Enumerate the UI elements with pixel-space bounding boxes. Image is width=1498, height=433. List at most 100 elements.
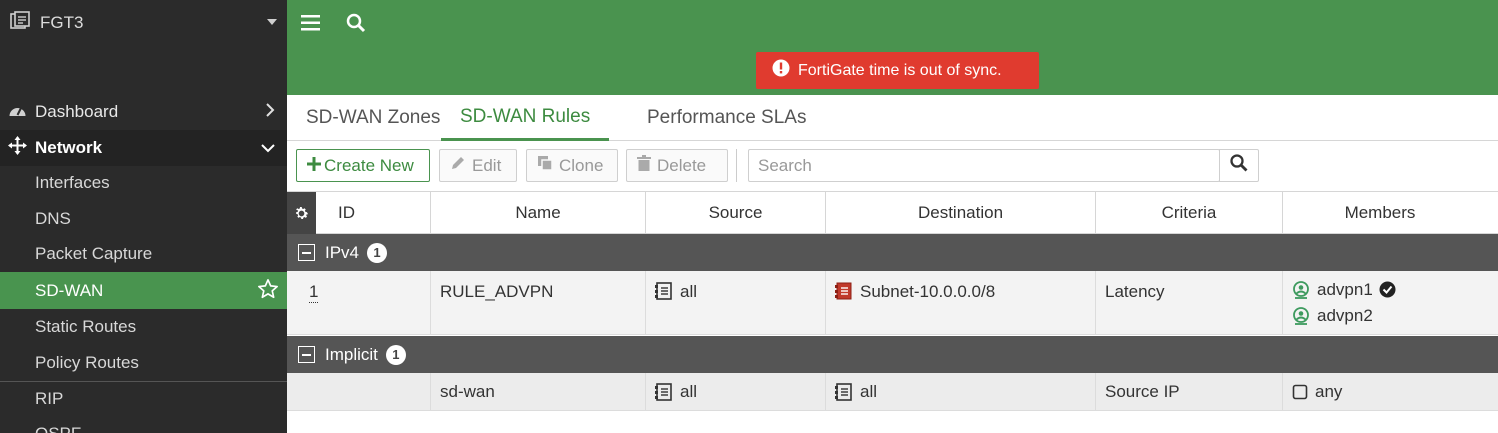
- toolbar: Create New Edit Clone Delete: [287, 141, 1498, 191]
- sidebar-item-label: Policy Routes: [35, 353, 139, 372]
- column-header-name[interactable]: Name: [431, 192, 646, 234]
- sidebar-item-label: DNS: [35, 209, 71, 228]
- group-header-implicit: Implicit 1: [287, 336, 1498, 373]
- sidebar: FGT3 Dashboard Network Interfaces DNS Pa…: [0, 0, 287, 433]
- group-count-badge: 1: [367, 242, 388, 263]
- address-icon: [655, 382, 673, 401]
- column-header-source[interactable]: Source: [646, 192, 826, 234]
- time-sync-alert[interactable]: FortiGate time is out of sync.: [756, 52, 1039, 89]
- column-header-destination[interactable]: Destination: [826, 192, 1096, 234]
- cell-id: 1: [287, 271, 431, 334]
- sidebar-item-label: SD-WAN: [35, 280, 104, 300]
- sd-wan-rules-table: ID Name Source Destination Criteria Memb…: [287, 191, 1498, 433]
- device-selector[interactable]: FGT3: [0, 0, 287, 46]
- pencil-icon: [450, 155, 466, 176]
- destination-value[interactable]: Subnet-10.0.0.0/8: [860, 282, 995, 302]
- search-button[interactable]: [1219, 149, 1259, 182]
- sidebar-item-static-routes[interactable]: Static Routes: [0, 310, 287, 344]
- sidebar-item-rip[interactable]: RIP: [0, 382, 287, 416]
- button-label: Create New: [324, 155, 414, 175]
- destination-value[interactable]: all: [860, 382, 877, 402]
- tab-label: SD-WAN Rules: [460, 105, 591, 127]
- column-header-members[interactable]: Members: [1283, 192, 1477, 234]
- address-icon: [655, 282, 673, 300]
- cell-name: sd-wan: [431, 373, 646, 410]
- search-input[interactable]: [748, 149, 1220, 182]
- member-name: advpn1: [1317, 279, 1373, 299]
- tab-sd-wan-zones[interactable]: SD-WAN Zones: [306, 95, 440, 141]
- clone-icon: [537, 155, 553, 176]
- network-icon: [8, 136, 27, 160]
- tab-bar: SD-WAN Zones SD-WAN Rules Performance SL…: [287, 95, 1498, 141]
- delete-button[interactable]: Delete: [626, 149, 728, 182]
- member-name: advpn2: [1317, 305, 1373, 325]
- button-label: Edit: [472, 155, 502, 175]
- cell-name: RULE_ADVPN: [431, 271, 646, 334]
- group-name: IPv4: [325, 242, 360, 262]
- group-count-badge: 1: [385, 344, 406, 365]
- interface-icon: [1292, 384, 1308, 400]
- cell-destination: all: [826, 373, 1096, 410]
- sidebar-item-dashboard[interactable]: Dashboard: [0, 95, 287, 129]
- dashboard-icon: [8, 102, 27, 123]
- collapse-icon[interactable]: [298, 244, 315, 261]
- sidebar-item-label: RIP: [35, 389, 64, 408]
- search-icon: [1230, 154, 1248, 177]
- gear-icon[interactable]: [287, 192, 316, 234]
- cell-members: advpn1 advpn2: [1283, 271, 1498, 334]
- chevron-down-icon: [261, 138, 275, 158]
- sidebar-item-label: Static Routes: [35, 317, 137, 336]
- column-header-criteria[interactable]: Criteria: [1096, 192, 1283, 234]
- source-value[interactable]: all: [680, 382, 697, 402]
- sidebar-item-dns[interactable]: DNS: [0, 202, 287, 236]
- alert-text: FortiGate time is out of sync.: [798, 61, 1002, 79]
- cell-members: any: [1283, 373, 1498, 410]
- create-new-button[interactable]: Create New: [296, 149, 430, 182]
- member-item[interactable]: advpn2: [1292, 303, 1373, 329]
- cell-source: all: [646, 373, 826, 410]
- collapse-icon[interactable]: [298, 346, 315, 363]
- sidebar-item-label: Dashboard: [35, 102, 119, 121]
- search-icon[interactable]: [346, 13, 366, 38]
- cell-criteria: Source IP: [1096, 373, 1283, 410]
- cell-id: [287, 373, 431, 410]
- sidebar-item-ospf[interactable]: OSPF: [0, 417, 287, 433]
- plus-icon: [307, 156, 321, 176]
- button-label: Delete: [657, 155, 707, 175]
- table-row[interactable]: 1 RULE_ADVPN all Subnet-10.0.0.0/8 Laten…: [287, 271, 1498, 335]
- device-icon: [10, 10, 32, 36]
- clone-button[interactable]: Clone: [526, 149, 618, 182]
- rule-id[interactable]: 1: [309, 282, 319, 303]
- sidebar-item-policy-routes[interactable]: Policy Routes: [0, 346, 287, 380]
- cell-destination: Subnet-10.0.0.0/8: [826, 271, 1096, 334]
- trash-icon: [637, 155, 651, 176]
- cell-source: all: [646, 271, 826, 334]
- cell-criteria: Latency: [1096, 271, 1283, 334]
- column-header-id[interactable]: ID: [316, 192, 431, 234]
- group-header-ipv4: IPv4 1: [287, 234, 1498, 271]
- sidebar-item-interfaces[interactable]: Interfaces: [0, 166, 287, 200]
- address-icon: [835, 382, 853, 401]
- tab-performance-slas[interactable]: Performance SLAs: [647, 95, 806, 141]
- toolbar-divider: [736, 149, 737, 182]
- check-circle-icon: [1379, 281, 1396, 298]
- source-value[interactable]: all: [680, 282, 697, 302]
- edit-button[interactable]: Edit: [439, 149, 517, 182]
- tab-label: Performance SLAs: [647, 107, 807, 128]
- menu-icon[interactable]: [301, 14, 321, 37]
- star-icon[interactable]: [257, 278, 279, 305]
- sidebar-item-label: Interfaces: [35, 173, 110, 192]
- sidebar-item-network[interactable]: Network: [0, 130, 287, 166]
- group-name: Implicit: [325, 344, 378, 364]
- member-item[interactable]: advpn1: [1292, 277, 1396, 303]
- chevron-down-icon: [267, 19, 277, 25]
- sidebar-item-sd-wan[interactable]: SD-WAN: [0, 272, 287, 309]
- sidebar-item-label: OSPF: [35, 424, 81, 433]
- button-label: Clone: [559, 155, 604, 175]
- device-name: FGT3: [40, 13, 84, 32]
- sidebar-item-packet-capture[interactable]: Packet Capture: [0, 237, 287, 271]
- tab-sd-wan-rules[interactable]: SD-WAN Rules: [441, 95, 610, 141]
- tab-label: SD-WAN Zones: [306, 107, 441, 128]
- member-name[interactable]: any: [1315, 382, 1342, 402]
- table-row[interactable]: sd-wan all all Source IP any: [287, 373, 1498, 411]
